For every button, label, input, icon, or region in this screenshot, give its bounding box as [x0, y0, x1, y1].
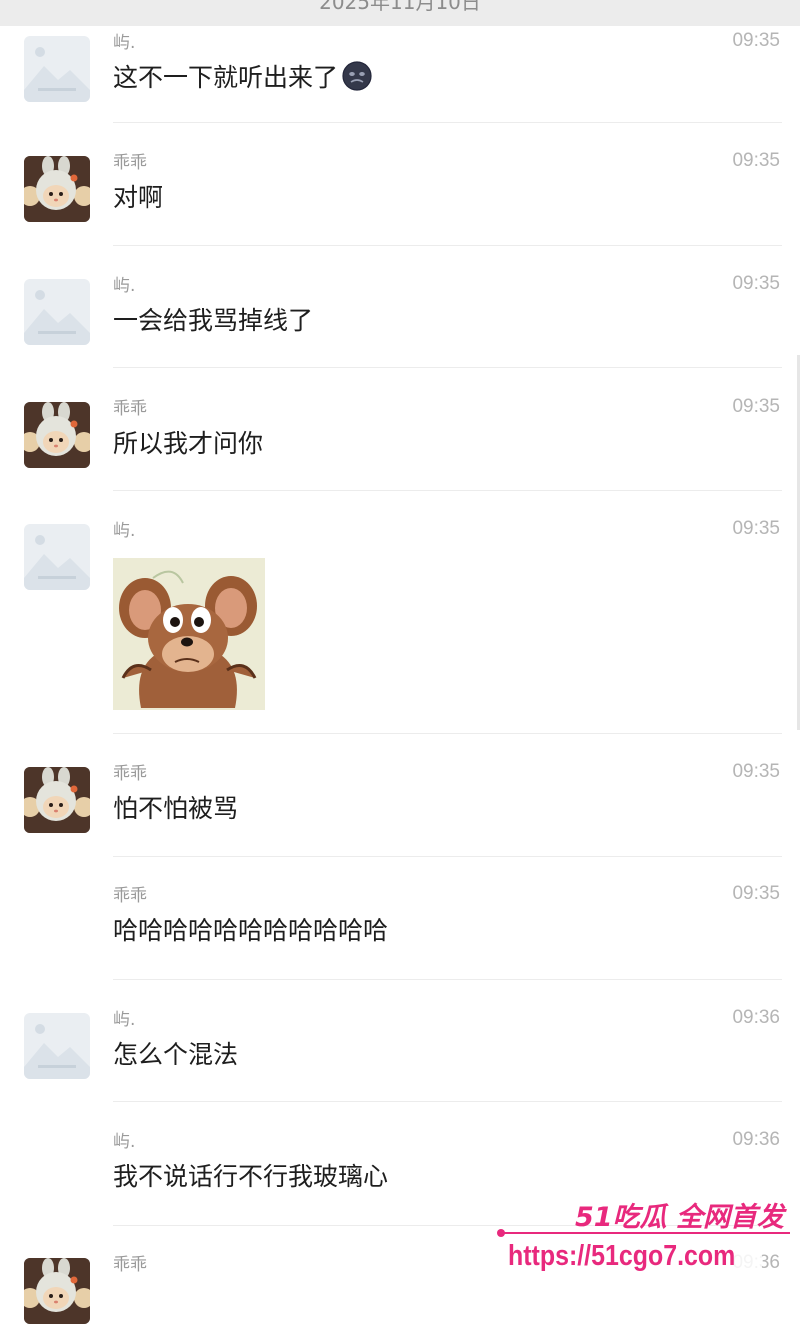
dark-face-emoji-icon [342, 61, 372, 91]
message-text-row: 这不一下就听出来了 [113, 58, 372, 94]
message-time: 09:35 [732, 150, 780, 171]
message-time: 09:36 [732, 1007, 780, 1028]
sender-name: 乖乖 [113, 764, 147, 784]
watermark-line [500, 1232, 790, 1234]
message-text: 一会给我骂掉线了 [113, 306, 314, 335]
bunny-doll-avatar [24, 156, 90, 222]
divider [113, 733, 782, 734]
message-time: 09:35 [732, 518, 780, 539]
divider [113, 856, 782, 857]
avatar[interactable] [24, 156, 90, 222]
sender-name: 屿. [113, 33, 136, 53]
sticker-image [113, 558, 265, 710]
jerry-mouse-sticker[interactable] [113, 558, 265, 710]
message-text: 怕不怕被骂 [113, 794, 239, 823]
mountain-placeholder-icon [24, 279, 90, 345]
sender-name: 屿. [113, 1010, 136, 1030]
divider [113, 490, 782, 491]
date-header-bar: 2025年11月10日 [0, 0, 800, 26]
watermark-brand: 51吃瓜 全网首发 [575, 1202, 784, 1233]
avatar[interactable] [24, 402, 90, 468]
watermark-url: https://51cgo7.com [508, 1240, 736, 1272]
avatar[interactable] [24, 767, 90, 833]
sender-name: 乖乖 [113, 1255, 147, 1275]
sender-name: 屿. [113, 276, 136, 296]
avatar[interactable] [24, 524, 90, 590]
sender-name: 乖乖 [113, 399, 147, 419]
mountain-placeholder-icon [24, 36, 90, 102]
sender-name: 屿. [113, 521, 136, 541]
message-text: 哈哈哈哈哈哈哈哈哈哈哈 [113, 916, 389, 945]
date-header: 2025年11月10日 [319, 0, 481, 14]
message-time: 09:35 [732, 396, 780, 417]
message-text: 这不一下就听出来了 [113, 63, 339, 92]
divider [113, 979, 782, 980]
avatar[interactable] [24, 1258, 90, 1324]
message-time: 09:35 [732, 273, 780, 294]
message-text: 对啊 [113, 183, 164, 212]
sender-name: 乖乖 [113, 886, 147, 906]
bunny-doll-avatar [24, 767, 90, 833]
avatar[interactable] [24, 1013, 90, 1079]
divider [113, 367, 782, 368]
message-time: 09:35 [732, 761, 780, 782]
message-text: 怎么个混法 [113, 1040, 239, 1069]
message-text: 所以我才问你 [113, 429, 264, 458]
bunny-doll-avatar [24, 1258, 90, 1324]
sender-name: 屿. [113, 1132, 136, 1152]
divider [113, 122, 782, 123]
message-time: 09:35 [732, 30, 780, 51]
mountain-placeholder-icon [24, 1013, 90, 1079]
message-time: 09:36 [732, 1129, 780, 1150]
message-text: 我不说话行不行我玻璃心 [113, 1162, 389, 1191]
message-time: 09:35 [732, 883, 780, 904]
sender-name: 乖乖 [113, 153, 147, 173]
avatar[interactable] [24, 279, 90, 345]
divider [113, 245, 782, 246]
avatar[interactable] [24, 36, 90, 102]
divider [113, 1101, 782, 1102]
bunny-doll-avatar [24, 402, 90, 468]
mountain-placeholder-icon [24, 524, 90, 590]
